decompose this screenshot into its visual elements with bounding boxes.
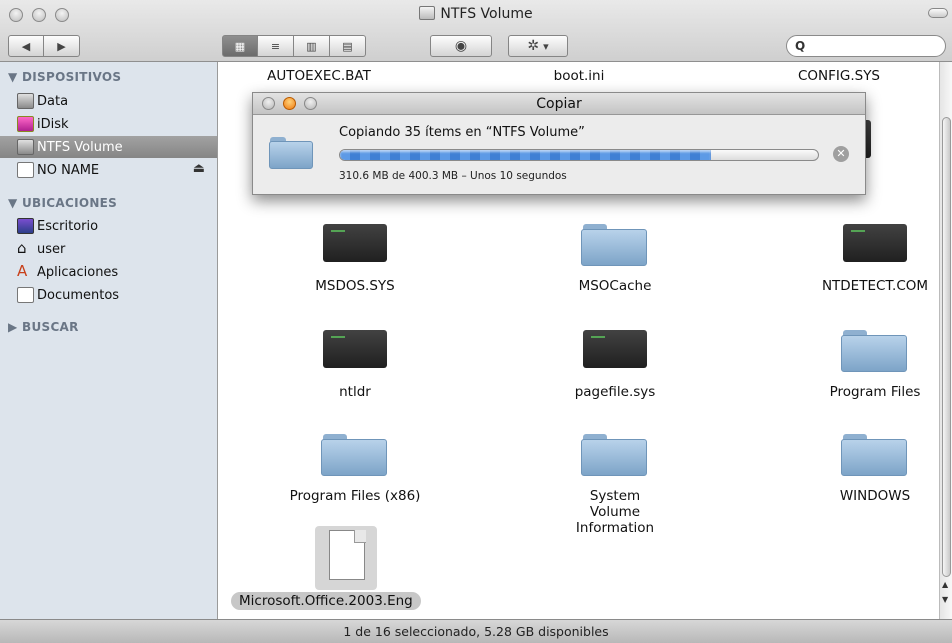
folder-icon xyxy=(269,137,313,169)
file-label: MSOCache xyxy=(578,278,652,294)
copy-dialog-titlebar: Copiar xyxy=(253,93,865,115)
window-toolbar: NTFS Volume ◀ ▶ ▦ ≡ ▥ ▤ ◉ ✲ ▾ Q xyxy=(0,0,952,62)
file-label-selected: Microsoft.Office.2003.Eng xyxy=(231,592,421,610)
desktop-icon xyxy=(17,218,34,234)
file-label: AUTOEXEC.BAT xyxy=(267,68,371,84)
folder-icon xyxy=(841,434,907,480)
scroll-down-arrow-icon[interactable]: ▼ xyxy=(942,595,948,604)
file-label: pagefile.sys xyxy=(574,384,656,400)
devices-heading: DISPOSITIVOS xyxy=(22,70,122,84)
copy-progress-bar xyxy=(339,149,819,161)
file-label: ntldr xyxy=(339,384,371,400)
sidebar-item-idisk[interactable]: iDisk xyxy=(0,113,217,135)
eye-icon: ◉ xyxy=(454,38,468,54)
hard-disk-icon xyxy=(17,93,34,109)
sidebar-item-documentos[interactable]: Documentos xyxy=(0,284,217,306)
quicklook-button[interactable]: ◉ xyxy=(430,35,492,57)
scroll-up-arrow-icon[interactable]: ▲ xyxy=(942,580,948,589)
dialog-close-button[interactable] xyxy=(262,97,275,110)
executable-icon xyxy=(323,224,387,262)
sidebar-item-aplicaciones[interactable]: A Aplicaciones xyxy=(0,261,217,283)
file-label: Program Files (x86) xyxy=(289,488,421,504)
sidebar-section-devices[interactable]: ▼ DISPOSITIVOS xyxy=(8,70,121,84)
window-title-text: NTFS Volume xyxy=(440,6,533,22)
icon-view-button[interactable]: ▦ xyxy=(222,35,258,57)
sidebar-item-no-name[interactable]: NO NAME ⏏ xyxy=(0,159,217,181)
applications-icon: A xyxy=(17,262,28,280)
sidebar-section-places[interactable]: ▼ UBICACIONES xyxy=(8,196,117,210)
document-icon xyxy=(315,526,377,590)
sidebar-item-label: Data xyxy=(37,93,69,109)
file-label: MSDOS.SYS xyxy=(315,278,395,294)
stop-icon: ✕ xyxy=(836,147,846,160)
icon-view-icon: ▦ xyxy=(234,39,246,53)
sidebar: ▼ DISPOSITIVOS Data iDisk NTFS Volume NO… xyxy=(0,62,218,619)
search-input[interactable]: Q xyxy=(786,35,946,57)
file-label: NTDETECT.COM xyxy=(821,278,929,294)
sidebar-item-ntfs-volume[interactable]: NTFS Volume xyxy=(0,136,217,158)
idisk-icon xyxy=(17,116,34,132)
forward-arrow-icon: ▶ xyxy=(57,39,66,53)
documents-icon xyxy=(17,287,34,303)
home-icon: ⌂ xyxy=(17,239,27,257)
action-menu-button[interactable]: ✲ ▾ xyxy=(508,35,568,57)
executable-icon xyxy=(843,224,907,262)
back-button[interactable]: ◀ xyxy=(8,35,44,57)
executable-icon xyxy=(583,330,647,368)
column-view-icon: ▥ xyxy=(306,39,317,53)
sidebar-item-label: Documentos xyxy=(37,287,120,303)
sidebar-item-label: iDisk xyxy=(37,116,69,132)
file-label: boot.ini xyxy=(553,68,605,84)
copy-dialog: Copiar Copiando 35 ítems en “NTFS Volume… xyxy=(252,92,866,195)
forward-button[interactable]: ▶ xyxy=(44,35,80,57)
chevron-down-icon: ▾ xyxy=(543,39,549,53)
dialog-minimize-button[interactable] xyxy=(283,97,296,110)
file-label: WINDOWS xyxy=(839,488,911,504)
list-view-icon: ≡ xyxy=(270,39,281,53)
sidebar-item-label: NO NAME xyxy=(37,162,100,178)
copy-dialog-title: Copiar xyxy=(536,96,582,112)
folder-icon xyxy=(581,434,647,480)
file-label: CONFIG.SYS xyxy=(797,68,881,84)
sidebar-item-label: user xyxy=(37,241,66,257)
sidebar-item-label: NTFS Volume xyxy=(37,139,123,155)
folder-icon xyxy=(321,434,387,480)
removable-disk-icon xyxy=(17,162,34,178)
copy-detail: 310.6 MB de 400.3 MB – Unos 10 segundos xyxy=(339,170,567,182)
vertical-scrollbar[interactable]: ▲ ▼ xyxy=(939,62,952,619)
hard-disk-icon xyxy=(17,139,34,155)
executable-icon xyxy=(323,330,387,368)
coverflow-view-button[interactable]: ▤ xyxy=(330,35,366,57)
gear-icon: ✲ xyxy=(527,38,540,54)
status-bar: 1 de 16 seleccionado, 5.28 GB disponible… xyxy=(0,619,952,643)
file-label: Program Files xyxy=(829,384,921,400)
status-text: 1 de 16 seleccionado, 5.28 GB disponible… xyxy=(343,624,609,639)
file-label: System Volume Information xyxy=(575,488,655,536)
sidebar-item-label: Escritorio xyxy=(37,218,99,234)
folder-icon xyxy=(581,224,647,270)
sidebar-item-data[interactable]: Data xyxy=(0,90,217,112)
stop-copy-button[interactable]: ✕ xyxy=(833,146,849,162)
search-icon: Q xyxy=(795,39,806,53)
sidebar-item-escritorio[interactable]: Escritorio xyxy=(0,215,217,237)
scrollbar-thumb[interactable] xyxy=(942,117,951,577)
back-arrow-icon: ◀ xyxy=(21,39,31,53)
dialog-zoom-button[interactable] xyxy=(304,97,317,110)
places-heading: UBICACIONES xyxy=(22,196,118,210)
eject-icon[interactable]: ⏏ xyxy=(193,161,205,176)
sidebar-item-label: Aplicaciones xyxy=(37,264,119,280)
list-view-button[interactable]: ≡ xyxy=(258,35,294,57)
progress-fill xyxy=(340,150,711,160)
search-heading: BUSCAR xyxy=(22,320,79,334)
volume-icon xyxy=(419,6,436,20)
coverflow-view-icon: ▤ xyxy=(342,39,353,53)
toolbar-toggle-button[interactable] xyxy=(928,8,948,18)
sidebar-section-search[interactable]: ▶ BUSCAR xyxy=(8,320,79,334)
copy-message: Copiando 35 ítems en “NTFS Volume” xyxy=(339,125,585,140)
window-title: NTFS Volume xyxy=(0,6,952,22)
sidebar-item-user[interactable]: ⌂ user xyxy=(0,238,217,260)
column-view-button[interactable]: ▥ xyxy=(294,35,330,57)
folder-icon xyxy=(841,330,907,376)
